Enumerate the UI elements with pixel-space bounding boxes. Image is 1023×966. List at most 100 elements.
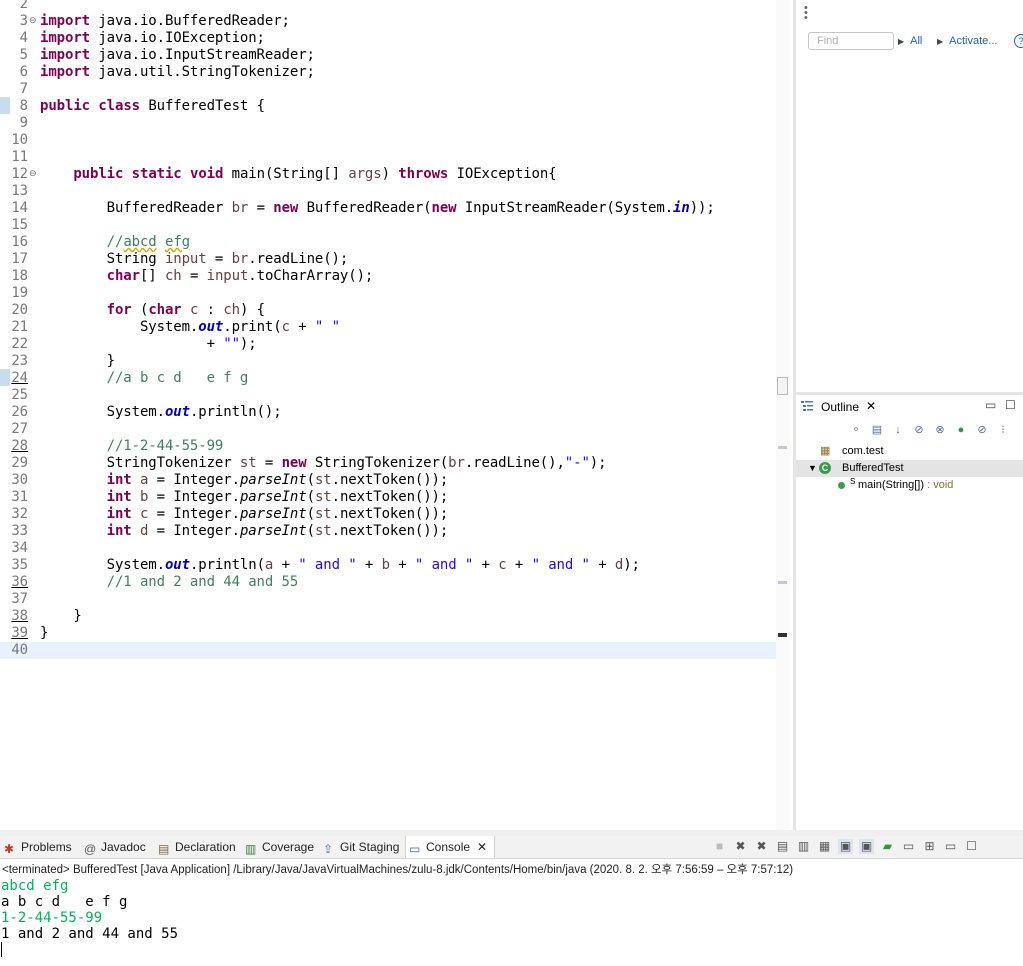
maximize-icon[interactable]: ☐ bbox=[1005, 398, 1016, 412]
expand-arrow-icon[interactable]: ▼ bbox=[808, 460, 817, 477]
code-text[interactable]: for (char c : ch) { bbox=[40, 302, 265, 319]
scroll-lock-icon[interactable]: ▥ bbox=[796, 839, 811, 854]
close-icon[interactable]: ✕ bbox=[866, 399, 876, 413]
code-text[interactable]: int d = Integer.parseInt(st.nextToken())… bbox=[40, 523, 449, 540]
overview-marker[interactable] bbox=[778, 446, 787, 449]
hide-static-icon[interactable]: ⊗ bbox=[932, 423, 948, 437]
overview-ruler-thumb[interactable] bbox=[777, 377, 788, 395]
code-text[interactable]: //a b c d e f g bbox=[40, 370, 249, 387]
code-text[interactable]: } bbox=[40, 608, 81, 625]
code-editor[interactable]: 2 3 ⊖ import java.io.BufferedReader; 4 import… bbox=[0, 0, 793, 830]
overview-marker[interactable] bbox=[778, 581, 787, 584]
close-icon[interactable]: ✕ bbox=[477, 840, 487, 854]
code-text[interactable]: import java.io.BufferedReader; bbox=[40, 13, 290, 30]
code-text[interactable]: import java.io.IOException; bbox=[40, 30, 265, 47]
code-line[interactable]: 29 StringTokenizer st = new StringTokeni… bbox=[0, 455, 776, 472]
code-text[interactable]: System.out.println(); bbox=[40, 404, 282, 421]
code-line[interactable]: 13 bbox=[0, 183, 776, 200]
code-line[interactable]: 34 bbox=[0, 540, 776, 557]
code-line[interactable]: 30 int a = Integer.parseInt(st.nextToken… bbox=[0, 472, 776, 489]
code-line[interactable]: 5 import java.io.InputStreamReader; bbox=[0, 47, 776, 64]
code-line[interactable]: 18 char[] ch = input.toCharArray(); bbox=[0, 268, 776, 285]
code-text[interactable]: //1-2-44-55-99 bbox=[40, 438, 224, 455]
tab-git-staging[interactable]: ⇪ Git Staging bbox=[320, 836, 403, 858]
code-text[interactable]: String input = br.readLine(); bbox=[40, 251, 349, 268]
hide-nonpublic-icon[interactable]: ● bbox=[953, 423, 969, 437]
code-text[interactable]: System.out.println(a + " and " + b + " a… bbox=[40, 557, 640, 574]
show-on-output-icon[interactable]: ▣ bbox=[838, 839, 853, 854]
code-line[interactable]: 14 BufferedReader br = new BufferedReade… bbox=[0, 200, 776, 217]
fold-toggle-icon[interactable]: ⊖ bbox=[29, 13, 37, 30]
code-text[interactable]: int b = Integer.parseInt(st.nextToken())… bbox=[40, 489, 449, 506]
display-console-icon[interactable]: ▭ bbox=[901, 839, 916, 854]
code-line[interactable]: 22 + ""); bbox=[0, 336, 776, 353]
code-text[interactable]: import java.util.StringTokenizer; bbox=[40, 64, 315, 81]
activate-link[interactable]: ▶ Activate... bbox=[937, 35, 997, 47]
sort-alpha-icon[interactable]: ↓ bbox=[890, 423, 906, 437]
code-line[interactable]: 3 ⊖ import java.io.BufferedReader; bbox=[0, 13, 776, 30]
code-text[interactable]: char[] ch = input.toCharArray(); bbox=[40, 268, 374, 285]
code-line[interactable]: 39} bbox=[0, 625, 776, 642]
minimize-icon[interactable]: ▭ bbox=[985, 398, 996, 412]
code-line[interactable]: 4 import java.io.IOException; bbox=[0, 30, 776, 47]
code-line[interactable]: 27 bbox=[0, 421, 776, 438]
tab-problems[interactable]: ✱ Problems bbox=[1, 836, 79, 858]
show-on-error-icon[interactable]: ▣ bbox=[859, 839, 874, 854]
code-line[interactable]: 32 int c = Integer.parseInt(st.nextToken… bbox=[0, 506, 776, 523]
code-line[interactable]: 15 bbox=[0, 217, 776, 234]
code-text[interactable]: int a = Integer.parseInt(st.nextToken())… bbox=[40, 472, 449, 489]
code-line[interactable]: 11 bbox=[0, 149, 776, 166]
open-console-icon[interactable]: ⊞ bbox=[922, 839, 937, 854]
code-line[interactable]: 2 bbox=[0, 0, 776, 13]
collapse-all-icon[interactable]: ⚬ bbox=[848, 423, 864, 437]
tab-console[interactable]: ▭ Console ✕ bbox=[405, 836, 495, 858]
code-line[interactable]: 36 //1 and 2 and 44 and 55 bbox=[0, 574, 776, 591]
code-line[interactable]: 20 for (char c : ch) { bbox=[0, 302, 776, 319]
tab-outline[interactable]: Outline ✕ bbox=[796, 395, 886, 417]
tab-coverage[interactable]: ▥ Coverage bbox=[242, 836, 318, 858]
code-line[interactable]: 7 bbox=[0, 81, 776, 98]
code-text[interactable]: System.out.print(c + " " bbox=[40, 319, 340, 336]
code-line[interactable]: 17 String input = br.readLine(); bbox=[0, 251, 776, 268]
code-text[interactable]: int c = Integer.parseInt(st.nextToken())… bbox=[40, 506, 449, 523]
code-line[interactable]: 33 int d = Integer.parseInt(st.nextToken… bbox=[0, 523, 776, 540]
code-line[interactable]: 10 bbox=[0, 132, 776, 149]
tab-javadoc[interactable]: @ Javadoc bbox=[81, 836, 153, 858]
view-menu-icon[interactable]: • • • bbox=[804, 3, 808, 24]
code-line[interactable]: 24 //a b c d e f g bbox=[0, 370, 776, 387]
overview-marker[interactable] bbox=[778, 633, 787, 637]
sort-icon[interactable]: ▤ bbox=[869, 423, 885, 437]
more-icon[interactable]: ⁝ bbox=[995, 423, 1011, 437]
outline-tree-item[interactable]: ▼ C BufferedTest bbox=[796, 460, 1023, 477]
terminate-icon[interactable]: ■ bbox=[712, 839, 727, 854]
hide-local-types-icon[interactable]: ⊘ bbox=[974, 423, 990, 437]
code-line[interactable]: 8 public class BufferedTest { bbox=[0, 98, 776, 115]
tab-declaration[interactable]: ▤ Declaration bbox=[155, 836, 240, 858]
code-line[interactable]: 40 bbox=[0, 642, 776, 659]
all-filter-link[interactable]: ▶ All bbox=[898, 35, 922, 47]
help-icon[interactable]: ? bbox=[1014, 34, 1023, 48]
word-wrap-icon[interactable]: ▦ bbox=[817, 839, 832, 854]
code-line[interactable]: 6 import java.util.StringTokenizer; bbox=[0, 64, 776, 81]
code-text[interactable]: + ""); bbox=[40, 336, 257, 353]
remove-all-terminated-icon[interactable]: ✖ bbox=[754, 839, 769, 854]
code-text[interactable]: } bbox=[40, 353, 115, 370]
code-line[interactable]: 23 } bbox=[0, 353, 776, 370]
minimize-icon[interactable]: ▭ bbox=[943, 839, 958, 854]
code-line[interactable]: 35 System.out.println(a + " and " + b + … bbox=[0, 557, 776, 574]
maximize-icon[interactable]: ☐ bbox=[964, 839, 979, 854]
code-lines[interactable]: 2 3 ⊖ import java.io.BufferedReader; 4 import… bbox=[0, 0, 776, 659]
code-text[interactable]: BufferedReader br = new BufferedReader(n… bbox=[40, 200, 715, 217]
remove-launch-icon[interactable]: ✖ bbox=[733, 839, 748, 854]
fold-toggle-icon[interactable]: ⊖ bbox=[29, 166, 37, 183]
hide-fields-icon[interactable]: ⊘ bbox=[911, 423, 927, 437]
code-line[interactable]: 31 int b = Integer.parseInt(st.nextToken… bbox=[0, 489, 776, 506]
clear-console-icon[interactable]: ▤ bbox=[775, 839, 790, 854]
code-text[interactable]: //abcd efg bbox=[40, 234, 190, 251]
code-line[interactable]: 16 //abcd efg bbox=[0, 234, 776, 251]
code-text[interactable]: //1 and 2 and 44 and 55 bbox=[40, 574, 299, 591]
code-line[interactable]: 37 bbox=[0, 591, 776, 608]
code-text[interactable]: public static void main(String[] args) t… bbox=[40, 166, 556, 183]
overview-ruler[interactable] bbox=[776, 0, 790, 830]
code-line[interactable]: 28 //1-2-44-55-99 bbox=[0, 438, 776, 455]
